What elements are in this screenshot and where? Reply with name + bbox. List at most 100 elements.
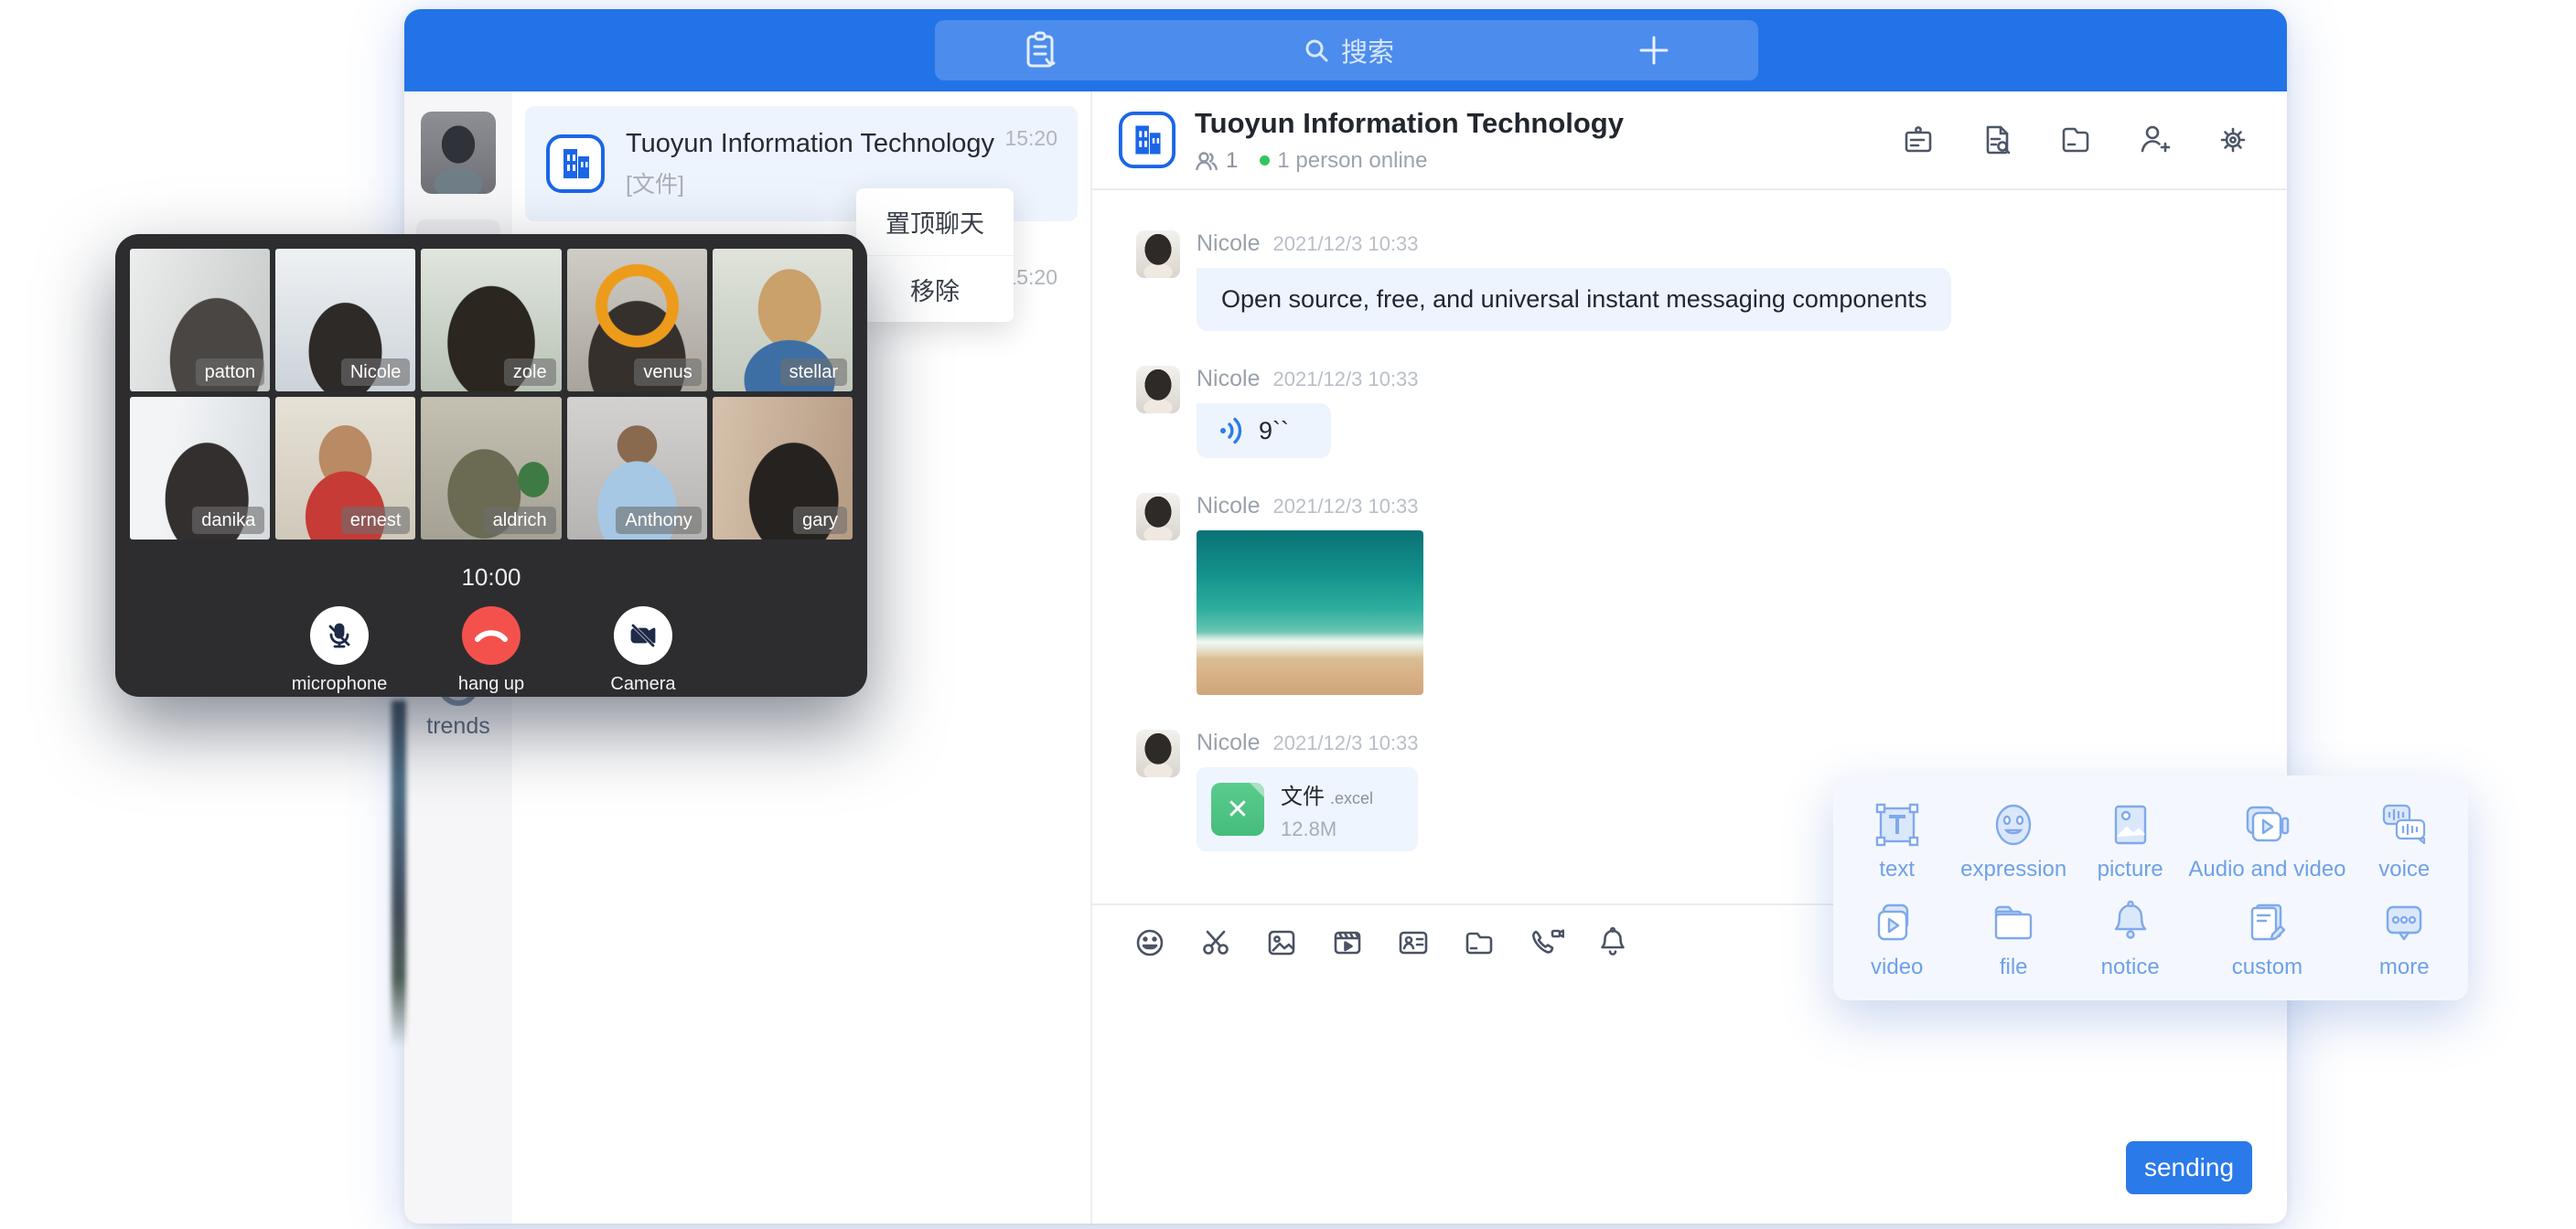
file-attachment[interactable]: ✕ 文件.excel 12.8M (1197, 767, 1418, 851)
participant-tile: Anthony (567, 397, 707, 540)
folder-icon[interactable] (1462, 925, 1497, 960)
av-call-icon[interactable] (1528, 925, 1564, 960)
emoji-icon[interactable] (1132, 925, 1167, 960)
image-attachment-beach[interactable] (1197, 530, 1423, 695)
option-label: file (1989, 955, 2038, 980)
more-icon (2379, 898, 2429, 947)
notification-bell-icon[interactable] (1595, 925, 1630, 960)
chat-title: Tuoyun Information Technology (1195, 107, 1624, 140)
option-label: video (1871, 955, 1923, 980)
screenshot-scissors-icon[interactable] (1198, 925, 1233, 960)
current-user-avatar[interactable] (421, 112, 496, 194)
settings-gear-icon[interactable] (2216, 123, 2250, 157)
participant-name: patton (196, 358, 265, 386)
option-label: expression (1960, 857, 2066, 882)
menu-item-pin-chat[interactable]: 置顶聊天 (856, 188, 1014, 255)
participant-tile: zole (421, 249, 561, 391)
plus-icon[interactable] (1637, 34, 1670, 67)
members-icon (1195, 150, 1218, 172)
sender-avatar[interactable] (1136, 366, 1180, 413)
file-name: 文件 (1281, 785, 1325, 809)
option-voice[interactable]: voice (2378, 800, 2430, 882)
search-bar[interactable]: 搜索 (935, 20, 1758, 80)
participant-name: zole (504, 358, 556, 386)
background-artifact (392, 700, 406, 1048)
voice-bubble[interactable]: 9`` (1197, 403, 1331, 458)
participant-tile: venus (567, 249, 707, 391)
hang-up-button[interactable] (462, 606, 521, 665)
video-call-window[interactable]: patton Nicole zole venus stellar danika … (115, 234, 867, 697)
menu-item-remove[interactable]: 移除 (856, 255, 1014, 322)
option-notice[interactable]: notice (2101, 898, 2160, 980)
call-records-icon[interactable] (1023, 29, 1059, 71)
chat-header-actions (1901, 123, 2250, 157)
microphone-label: microphone (289, 674, 390, 695)
trends-label: trends (404, 713, 512, 740)
file-size: 12.8M (1281, 818, 1373, 841)
search-field[interactable]: 搜索 (1303, 31, 1394, 69)
option-more[interactable]: more (2379, 898, 2430, 980)
participant-name: danika (192, 507, 264, 534)
option-label: voice (2378, 857, 2430, 882)
chat-pane: Tuoyun Information Technology 1 1 person… (1090, 91, 2287, 1224)
send-button[interactable]: sending (2126, 1141, 2252, 1194)
member-count: 1 (1226, 148, 1238, 174)
contact-card-icon[interactable] (1396, 925, 1431, 960)
option-text[interactable]: text (1873, 800, 1922, 882)
announcement-icon[interactable] (1901, 123, 1936, 157)
option-file[interactable]: file (1989, 898, 2038, 980)
chat-header-text: Tuoyun Information Technology 1 1 person… (1195, 107, 1624, 174)
sender-avatar[interactable] (1136, 493, 1180, 540)
message-voice: Nicole 2021/12/3 10:33 9`` (1136, 366, 2250, 458)
call-controls: microphone hang up (130, 606, 853, 695)
option-picture[interactable]: picture (2098, 800, 2163, 882)
participant-name: stellar (780, 358, 847, 386)
text-bubble[interactable]: Open source, free, and universal instant… (1197, 268, 1951, 331)
search-placeholder: 搜索 (1341, 31, 1394, 69)
participant-name: aldrich (484, 507, 556, 534)
expression-icon (1989, 800, 2038, 850)
camera-label: Camera (593, 674, 693, 695)
option-label: custom (2232, 955, 2302, 980)
sender-name: Nicole (1197, 730, 1260, 756)
participant-tile: stellar (713, 249, 853, 391)
camera-muted-button[interactable] (614, 606, 672, 665)
picture-icon (2106, 800, 2155, 850)
voice-duration: 9`` (1259, 417, 1289, 445)
voice-icon (2378, 800, 2430, 850)
option-custom[interactable]: custom (2232, 898, 2302, 980)
message-time: 2021/12/3 10:33 (1272, 495, 1418, 518)
page: 搜索 trends (0, 0, 2576, 1229)
chat-record-search-icon[interactable] (1980, 123, 2014, 157)
message-time: 2021/12/3 10:33 (1272, 368, 1418, 391)
online-status: 1 person online (1277, 148, 1427, 174)
audio-video-icon (2240, 800, 2293, 850)
camera-control: Camera (593, 606, 693, 695)
image-icon[interactable] (1264, 925, 1299, 960)
file-icon[interactable] (2058, 123, 2093, 157)
video-clip-icon[interactable] (1330, 925, 1365, 960)
file-folder-icon (1989, 898, 2038, 947)
conversation-context-menu: 置顶聊天 移除 (856, 188, 1014, 322)
option-video[interactable]: video (1871, 898, 1923, 980)
participant-tile: patton (130, 249, 270, 391)
sender-avatar[interactable] (1136, 230, 1180, 278)
add-member-icon[interactable] (2137, 123, 2172, 157)
mic-muted-button[interactable] (310, 606, 369, 665)
message-time: 2021/12/3 10:33 (1272, 232, 1418, 256)
sender-avatar[interactable] (1136, 730, 1180, 777)
participant-tile: danika (130, 397, 270, 540)
mic-muted-icon (324, 620, 355, 651)
message-input-area[interactable]: sending (1092, 980, 2287, 1224)
excel-file-icon: ✕ (1211, 783, 1264, 836)
option-expression[interactable]: expression (1960, 800, 2066, 882)
sender-name: Nicole (1197, 493, 1260, 519)
option-audio-video[interactable]: Audio and video (2188, 800, 2345, 882)
participant-name: Nicole (341, 358, 411, 386)
microphone-control: microphone (289, 606, 390, 695)
call-timer: 10:00 (130, 563, 853, 592)
participant-name: gary (793, 507, 847, 534)
search-icon (1303, 37, 1330, 64)
top-bar: 搜索 (404, 9, 2287, 91)
message-text: Nicole 2021/12/3 10:33 Open source, free… (1136, 230, 2250, 331)
